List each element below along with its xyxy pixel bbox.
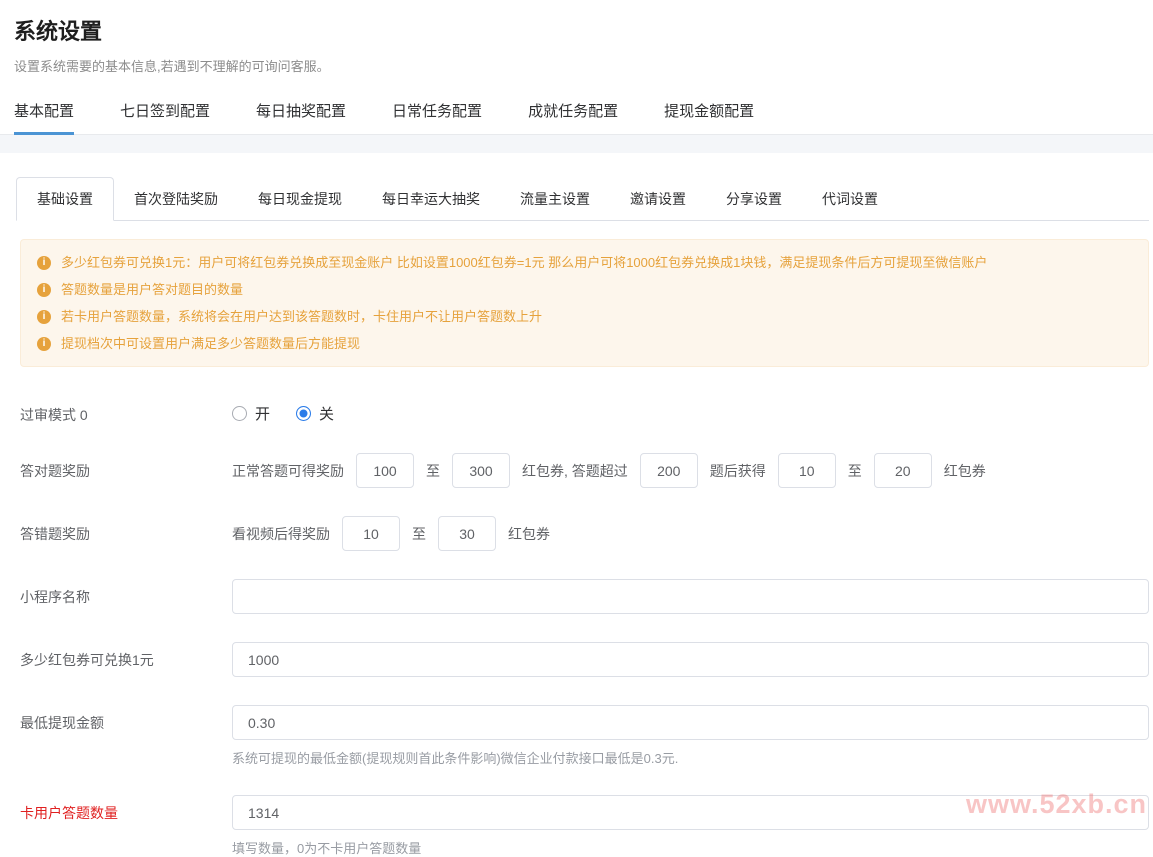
lock-answer-count-input[interactable] [232,795,1149,830]
main-tab-basic-config[interactable]: 基本配置 [14,87,74,134]
coupon-per-yuan-label: 多少红包券可兑换1元 [20,642,232,670]
correct-reward-min2-input[interactable] [778,453,836,488]
form-row-correct-reward: 答对题奖励 正常答题可得奖励 至 红包券, 答题超过 题后获得 至 红包券 [20,453,1149,488]
alert-text: 答题数量是用户答对题目的数量 [61,276,243,303]
correct-reward-max2-input[interactable] [874,453,932,488]
correct-reward-seg2: 红包券, 答题超过 [522,461,628,481]
wrong-reward-seg2: 红包券 [508,524,550,544]
min-withdraw-input[interactable] [232,705,1149,740]
alert-line: i 提现档次中可设置用户满足多少答题数量后方能提现 [37,330,1132,357]
main-tab-withdraw-amount[interactable]: 提现金额配置 [664,87,754,134]
wrong-reward-to1: 至 [412,524,426,544]
sub-tab-daily-cash-withdraw[interactable]: 每日现金提现 [238,178,362,220]
page-subtitle: 设置系统需要的基本信息,若遇到不理解的可询问客服。 [14,56,1139,75]
review-mode-label: 过审模式 0 [20,397,232,425]
form-row-min-withdraw: 最低提现金额 系统可提现的最低金额(提现规则首此条件影响)微信企业付款接口最低是… [20,705,1149,767]
alert-line: i 答题数量是用户答对题目的数量 [37,276,1132,303]
page-title: 系统设置 [14,14,1139,46]
form-row-coupon-per-yuan: 多少红包券可兑换1元 [20,642,1149,677]
alert-text: 多少红包券可兑换1元：用户可将红包券兑换成至现金账户 比如设置1000红包券=1… [61,249,987,276]
settings-form: 过审模式 0 开 关 答对题奖励 正常答题可得奖励 至 红包 [0,397,1153,857]
sub-tab-invite-settings[interactable]: 邀请设置 [610,178,706,220]
alert-text: 提现档次中可设置用户满足多少答题数量后方能提现 [61,330,360,357]
mini-program-name-label: 小程序名称 [20,579,232,607]
sub-tab-share-settings[interactable]: 分享设置 [706,178,802,220]
min-withdraw-label: 最低提现金额 [20,705,232,733]
correct-reward-to2: 至 [848,461,862,481]
correct-reward-to1: 至 [426,461,440,481]
sub-tab-daily-lucky-draw[interactable]: 每日幸运大抽奖 [362,178,500,220]
lock-answer-count-label: 卡用户答题数量 [20,795,232,823]
radio-label-off: 关 [319,403,334,424]
form-row-lock-answer-count: 卡用户答题数量 填写数量，0为不卡用户答题数量 [20,795,1149,857]
correct-reward-seg4: 红包券 [944,461,986,481]
min-withdraw-help: 系统可提现的最低金额(提现规则首此条件影响)微信企业付款接口最低是0.3元. [232,748,1149,767]
alert-line: i 多少红包券可兑换1元：用户可将红包券兑换成至现金账户 比如设置1000红包券… [37,249,1132,276]
wrong-reward-seg1: 看视频后得奖励 [232,524,330,544]
info-icon: i [37,256,51,270]
coupon-per-yuan-input[interactable] [232,642,1149,677]
review-mode-radio-group: 开 关 [232,397,1149,424]
page-header: 系统设置 设置系统需要的基本信息,若遇到不理解的可询问客服。 [0,0,1153,75]
mini-program-name-input[interactable] [232,579,1149,614]
sub-tab-traffic-settings[interactable]: 流量主设置 [500,178,610,220]
form-row-review-mode: 过审模式 0 开 关 [20,397,1149,425]
main-tab-daily-lottery[interactable]: 每日抽奖配置 [256,87,346,134]
correct-reward-seg3: 题后获得 [710,461,766,481]
alert-text: 若卡用户答题数量，系统将会在用户达到该答题数时，卡住用户不让用户答题数上升 [61,303,542,330]
main-tab-bar: 基本配置 七日签到配置 每日抽奖配置 日常任务配置 成就任务配置 提现金额配置 [0,87,1153,135]
sub-tab-first-login-reward[interactable]: 首次登陆奖励 [114,178,238,220]
radio-option-on[interactable]: 开 [232,403,270,424]
alert-line: i 若卡用户答题数量，系统将会在用户达到该答题数时，卡住用户不让用户答题数上升 [37,303,1132,330]
radio-circle-icon[interactable] [296,406,311,421]
info-icon: i [37,337,51,351]
wrong-reward-max-input[interactable] [438,516,496,551]
form-row-mini-program-name: 小程序名称 [20,579,1149,614]
sub-tab-pronoun-settings[interactable]: 代词设置 [802,178,898,220]
info-icon: i [37,310,51,324]
correct-reward-over-input[interactable] [640,453,698,488]
correct-reward-seg1: 正常答题可得奖励 [232,461,344,481]
wrong-reward-min-input[interactable] [342,516,400,551]
radio-option-off[interactable]: 关 [296,403,334,424]
main-tab-daily-task[interactable]: 日常任务配置 [392,87,482,134]
correct-reward-label: 答对题奖励 [20,453,232,481]
warning-alert-box: i 多少红包券可兑换1元：用户可将红包券兑换成至现金账户 比如设置1000红包券… [20,239,1149,367]
sub-tab-bar: 基础设置 首次登陆奖励 每日现金提现 每日幸运大抽奖 流量主设置 邀请设置 分享… [16,177,1149,221]
section-divider-band [0,135,1153,153]
lock-answer-count-help: 填写数量，0为不卡用户答题数量 [232,838,1149,857]
radio-label-on: 开 [255,403,270,424]
main-tab-achievement-task[interactable]: 成就任务配置 [528,87,618,134]
sub-tab-basic-settings[interactable]: 基础设置 [16,177,114,221]
main-tab-seven-day-signin[interactable]: 七日签到配置 [120,87,210,134]
correct-reward-max-input[interactable] [452,453,510,488]
radio-circle-icon[interactable] [232,406,247,421]
correct-reward-min-input[interactable] [356,453,414,488]
wrong-reward-label: 答错题奖励 [20,516,232,544]
form-row-wrong-reward: 答错题奖励 看视频后得奖励 至 红包券 [20,516,1149,551]
info-icon: i [37,283,51,297]
